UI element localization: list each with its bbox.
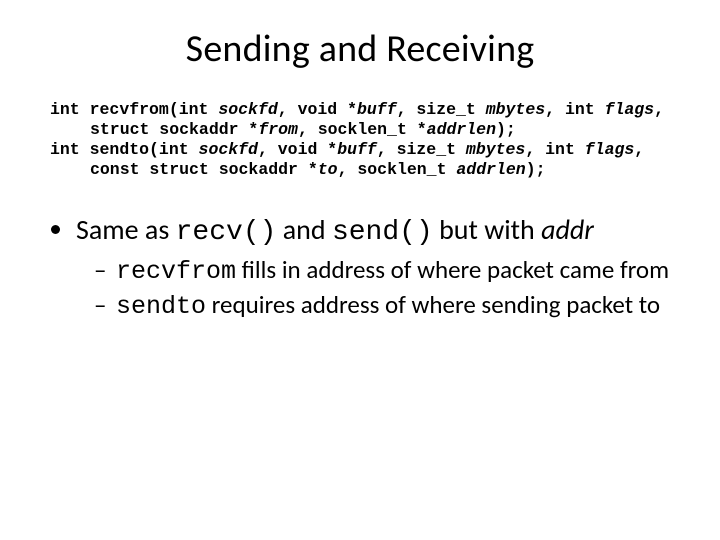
sub-recvfrom: recvfrom fills in address of where packe… bbox=[94, 255, 676, 287]
bullet-sameas: Same as recv() and send() but with addr … bbox=[76, 213, 676, 322]
text: but with bbox=[433, 212, 541, 247]
p: (int bbox=[149, 140, 199, 159]
param: sockfd bbox=[199, 140, 258, 159]
param: mbytes bbox=[486, 100, 545, 119]
p: , size_t bbox=[397, 100, 486, 119]
param: to bbox=[318, 160, 338, 179]
term-addr: addr bbox=[541, 212, 594, 247]
bullet-list: Same as recv() and send() but with addr … bbox=[50, 213, 676, 322]
p: , socklen_t * bbox=[298, 120, 427, 139]
param: from bbox=[258, 120, 298, 139]
p: , int bbox=[525, 140, 584, 159]
param: flags bbox=[605, 100, 655, 119]
param: addrlen bbox=[456, 160, 525, 179]
fn-name: sendto bbox=[90, 140, 149, 159]
fn-ref: sendto bbox=[116, 292, 206, 321]
p: , void * bbox=[278, 100, 357, 119]
param: sockfd bbox=[218, 100, 277, 119]
slide: Sending and Receiving int recvfrom(int s… bbox=[0, 0, 720, 540]
param: addrlen bbox=[427, 120, 496, 139]
function-prototypes: int recvfrom(int sockfd, void *buff, siz… bbox=[50, 100, 676, 181]
param: buff bbox=[337, 140, 377, 159]
fn-ref: recvfrom bbox=[116, 257, 236, 286]
param: mbytes bbox=[466, 140, 525, 159]
sub-sendto: sendto requires address of where sending… bbox=[94, 290, 676, 322]
fn-ref: send() bbox=[332, 217, 433, 248]
fn-name: recvfrom bbox=[90, 100, 169, 119]
ret-type: int bbox=[50, 140, 90, 159]
p: , socklen_t bbox=[338, 160, 457, 179]
fn-ref: recv() bbox=[176, 217, 277, 248]
text: fills in address of where packet came fr… bbox=[236, 254, 669, 285]
p: (int bbox=[169, 100, 219, 119]
decl-recvfrom: int recvfrom(int sockfd, void *buff, siz… bbox=[50, 100, 676, 140]
text: and bbox=[276, 212, 332, 247]
p: , int bbox=[545, 100, 604, 119]
param: flags bbox=[585, 140, 635, 159]
sub-list: recvfrom fills in address of where packe… bbox=[76, 255, 676, 322]
decl-sendto: int sendto(int sockfd, void *buff, size_… bbox=[50, 140, 676, 180]
ret-type: int bbox=[50, 100, 90, 119]
slide-title: Sending and Receiving bbox=[44, 26, 676, 72]
end: ); bbox=[496, 120, 516, 139]
end: ); bbox=[526, 160, 546, 179]
p: , size_t bbox=[377, 140, 466, 159]
param: buff bbox=[357, 100, 397, 119]
text: requires address of where sending packet… bbox=[206, 289, 660, 320]
p: , void * bbox=[258, 140, 337, 159]
text: Same as bbox=[76, 212, 176, 247]
